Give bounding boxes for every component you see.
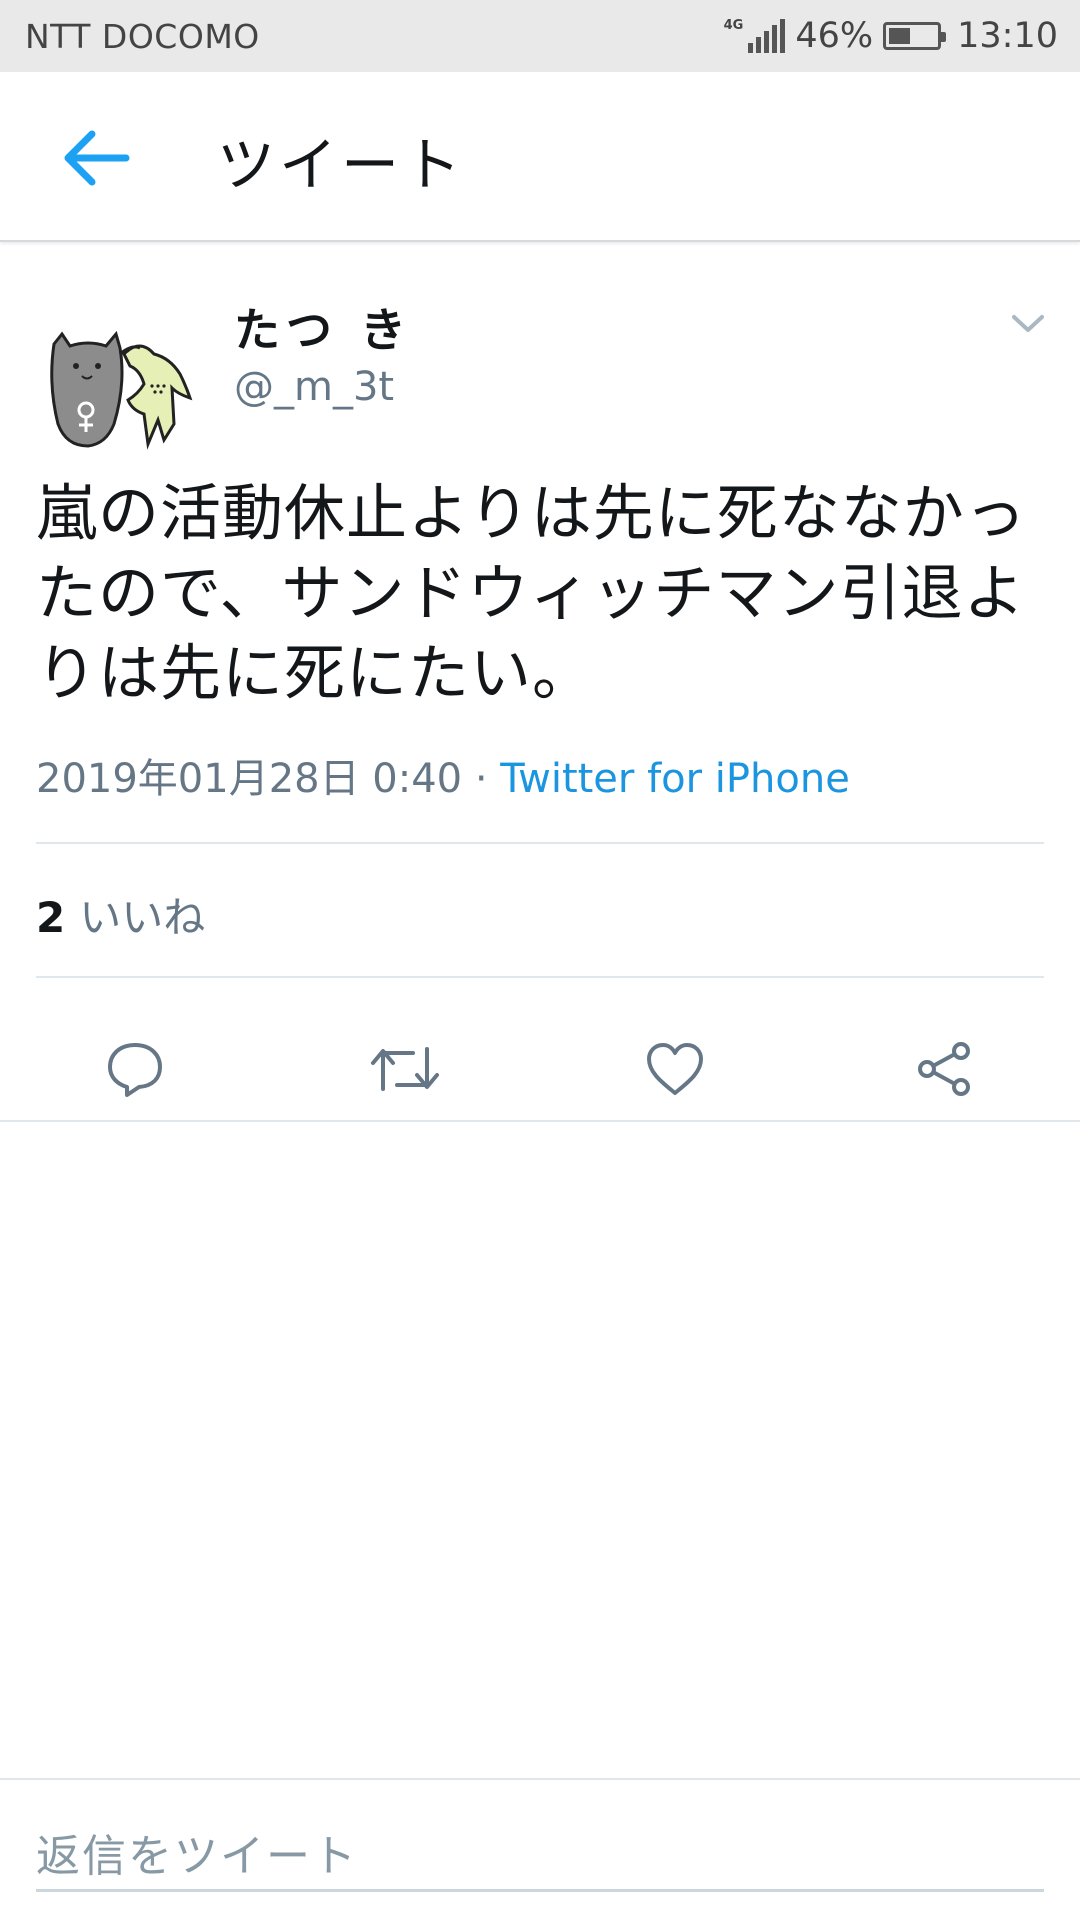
chevron-down-icon (1012, 315, 1044, 332)
app-bar: ツイート (0, 72, 1080, 242)
retweet-icon (371, 1047, 439, 1091)
tweet-text: 嵐の活動休止よりは先に死ななかったので、サンドウィッチマン引退よりは先に死にたい… (36, 478, 1027, 709)
network-type: 4G (723, 18, 744, 33)
more-options-button[interactable] (1008, 304, 1048, 344)
tweet-source-link[interactable]: Twitter for iPhone (500, 756, 850, 802)
like-button[interactable] (630, 1014, 720, 1124)
reply-input[interactable]: 返信をツイート (36, 1820, 1044, 1892)
section-divider (0, 1120, 1080, 1122)
share-button[interactable] (900, 1014, 990, 1124)
reply-bar: 返信をツイート (0, 1778, 1080, 1920)
back-button[interactable] (58, 120, 134, 196)
carrier-label: NTT DOCOMO (25, 16, 260, 56)
avatar[interactable] (40, 314, 200, 474)
likes-summary[interactable]: 2 いいね (36, 884, 205, 945)
tweet-actions (0, 1014, 1080, 1144)
battery-icon (883, 22, 947, 50)
likes-count: 2 (36, 893, 66, 942)
heart-icon (647, 1043, 703, 1095)
user-handle[interactable]: @_m_3t (234, 364, 394, 410)
page-title: ツイート (217, 131, 466, 199)
avatar-image (50, 330, 193, 450)
likes-label: いいね (79, 893, 206, 942)
battery-percent: 46% (795, 16, 874, 56)
tweet-timestamp[interactable]: 2019年01月28日 0:40 (36, 756, 462, 802)
retweet-button[interactable] (360, 1014, 450, 1124)
divider (36, 842, 1044, 844)
tweet-meta: 2019年01月28日 0:40 · Twitter for iPhone (36, 746, 850, 804)
status-bar: NTT DOCOMO 4G 46% 13:10 (0, 0, 1080, 72)
comment-icon (108, 1043, 162, 1097)
meta-separator: · (462, 756, 501, 802)
clock: 13:10 (957, 16, 1058, 56)
user-name[interactable]: たつ き (234, 294, 412, 360)
status-indicators: 4G 46% 13:10 (724, 16, 1058, 56)
divider (36, 976, 1044, 978)
reply-button[interactable] (90, 1014, 180, 1124)
signal-icon: 4G (724, 19, 786, 53)
share-icon (918, 1042, 970, 1096)
arrow-left-icon (64, 130, 130, 186)
